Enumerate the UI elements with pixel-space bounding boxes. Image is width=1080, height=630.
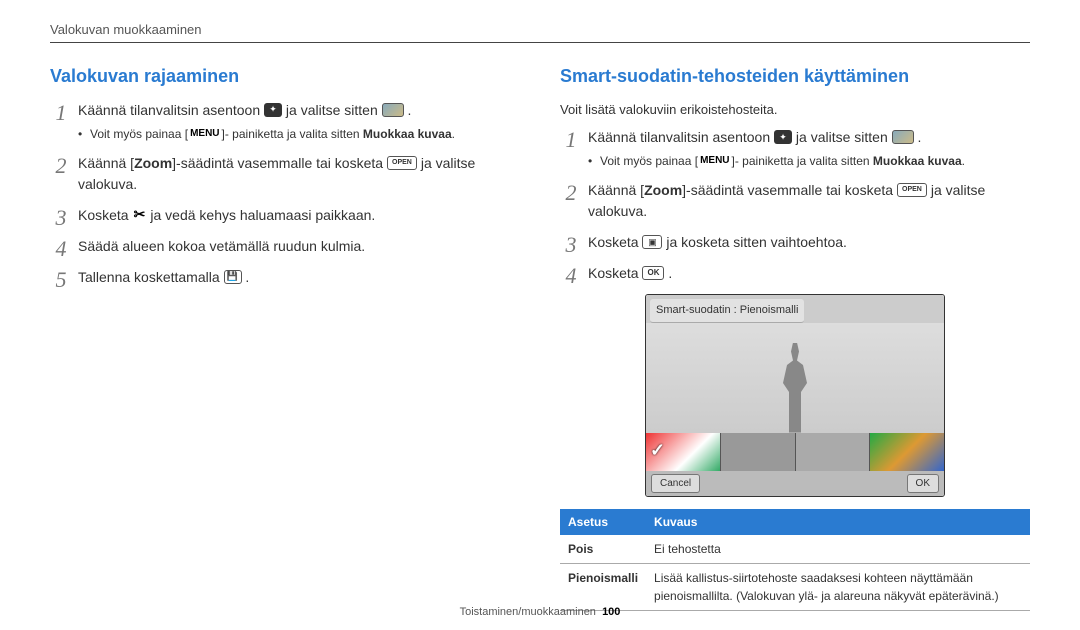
mode-dial-icon: ✦ [774, 130, 792, 144]
thumb [721, 433, 796, 471]
step-text: Kosketa [588, 265, 642, 281]
options-table: Asetus Kuvaus Pois Ei tehostetta Pienois… [560, 509, 1030, 611]
screen-ok-button: OK [907, 474, 939, 493]
step-text: Tallenna koskettamalla [78, 269, 224, 285]
step-text: . [408, 102, 412, 118]
content-columns: Valokuvan rajaaminen 1 Käännä tilanvalit… [50, 63, 1030, 611]
step-text: Käännä tilanvalitsin asentoon [78, 102, 264, 118]
step-number: 4 [50, 232, 72, 265]
sub-bold: Muokkaa kuvaa [363, 127, 452, 141]
right-intro: Voit lisätä valokuviin erikoistehosteita… [560, 100, 1030, 120]
screen-footer: Cancel OK [646, 471, 944, 496]
right-heading: Smart-suodatin-tehosteiden käyttäminen [560, 63, 1030, 90]
step-text: ja kosketa sitten vaihtoehtoa. [666, 234, 847, 250]
step-text: ja valitse sitten [796, 129, 892, 145]
left-step-2: 2 Käännä [Zoom]-säädintä vasemmalle tai … [50, 153, 520, 195]
zoom-label: Zoom [644, 182, 682, 198]
right-step-3: 3 Kosketa ▣ ja kosketa sitten vaihtoehto… [560, 232, 1030, 253]
right-column: Smart-suodatin-tehosteiden käyttäminen V… [560, 63, 1030, 611]
option-name: Pois [560, 535, 646, 564]
screen-body [646, 323, 944, 433]
step-number: 5 [50, 263, 72, 296]
screen-cancel-button: Cancel [651, 474, 700, 493]
crop-icon: ✂ [132, 208, 146, 222]
right-step-1-sub: Voit myös painaa [MENU]- painiketta ja v… [588, 152, 1030, 170]
breadcrumb: Valokuvan muokkaaminen [50, 20, 1030, 40]
right-step-1: 1 Käännä tilanvalitsin asentoon ✦ ja val… [560, 127, 1030, 170]
right-step-4: 4 Kosketa OK . [560, 263, 1030, 284]
filter-thumbnails [646, 433, 944, 471]
sub-text: Voit myös painaa [ [600, 154, 698, 168]
person-silhouette-icon [775, 343, 815, 433]
option-desc: Ei tehostetta [646, 535, 1030, 564]
sub-bold: Muokkaa kuvaa [873, 154, 962, 168]
step-number: 4 [560, 259, 582, 292]
sub-text: . [452, 127, 455, 141]
menu-button-icon: MENU [698, 153, 731, 168]
step-number: 3 [50, 201, 72, 234]
sub-text: ]- painiketta ja valita sitten [222, 127, 363, 141]
screen-title: Smart-suodatin : Pienoismalli [650, 299, 804, 323]
footer-section: Toistaminen/muokkaaminen [460, 606, 596, 618]
step-number: 2 [50, 149, 72, 182]
sub-text: Voit myös painaa [ [90, 127, 188, 141]
table-header-desc: Kuvaus [646, 509, 1030, 535]
table-header-setting: Asetus [560, 509, 646, 535]
step-text: Käännä [ [78, 155, 134, 171]
open-button-icon: OPEN [387, 156, 417, 170]
left-steps: 1 Käännä tilanvalitsin asentoon ✦ ja val… [50, 100, 520, 288]
step-number: 2 [560, 176, 582, 209]
step-text: Käännä tilanvalitsin asentoon [588, 129, 774, 145]
page-footer: Toistaminen/muokkaaminen 100 [0, 604, 1080, 621]
left-step-4: 4 Säädä alueen kokoa vetämällä ruudun ku… [50, 236, 520, 257]
zoom-label: Zoom [134, 155, 172, 171]
step-text: ]-säädintä vasemmalle tai kosketa [682, 182, 897, 198]
step-text: Kosketa [78, 207, 132, 223]
filter-preview-screenshot: Smart-suodatin : Pienoismalli Cancel OK [645, 294, 945, 497]
step-text: Säädä alueen kokoa vetämällä ruudun kulm… [78, 238, 365, 254]
save-icon: 💾 [224, 270, 242, 284]
sub-text: . [962, 154, 965, 168]
thumb [796, 433, 871, 471]
step-text: ]-säädintä vasemmalle tai kosketa [172, 155, 387, 171]
table-row: Pois Ei tehostetta [560, 535, 1030, 564]
step-text: ja vedä kehys haluamaasi paikkaan. [150, 207, 375, 223]
step-text: . [245, 269, 249, 285]
left-step-3: 3 Kosketa ✂ ja vedä kehys haluamaasi pai… [50, 205, 520, 226]
right-step-2: 2 Käännä [Zoom]-säädintä vasemmalle tai … [560, 180, 1030, 222]
page-number: 100 [602, 606, 620, 618]
sub-text: ]- painiketta ja valita sitten [732, 154, 873, 168]
menu-button-icon: MENU [188, 126, 221, 141]
step-number: 1 [560, 123, 582, 156]
left-step-5: 5 Tallenna koskettamalla 💾 . [50, 267, 520, 288]
step-text: ja valitse sitten [286, 102, 382, 118]
left-heading: Valokuvan rajaaminen [50, 63, 520, 90]
right-steps: 1 Käännä tilanvalitsin asentoon ✦ ja val… [560, 127, 1030, 284]
thumb [870, 433, 944, 471]
step-number: 1 [50, 96, 72, 129]
filter-icon: ▣ [642, 235, 662, 249]
step-text: Käännä [ [588, 182, 644, 198]
left-step-1-sub: Voit myös painaa [MENU]- painiketta ja v… [78, 125, 520, 143]
step-text: . [668, 265, 672, 281]
mode-dial-icon: ✦ [264, 103, 282, 117]
edit-picture-icon [382, 103, 404, 117]
step-number: 3 [560, 228, 582, 261]
open-button-icon: OPEN [897, 183, 927, 197]
left-step-1: 1 Käännä tilanvalitsin asentoon ✦ ja val… [50, 100, 520, 143]
edit-picture-icon [892, 130, 914, 144]
divider [50, 42, 1030, 43]
step-text: . [918, 129, 922, 145]
thumb-selected [646, 433, 721, 471]
ok-button-icon: OK [642, 266, 664, 280]
step-text: Kosketa [588, 234, 642, 250]
left-column: Valokuvan rajaaminen 1 Käännä tilanvalit… [50, 63, 520, 611]
